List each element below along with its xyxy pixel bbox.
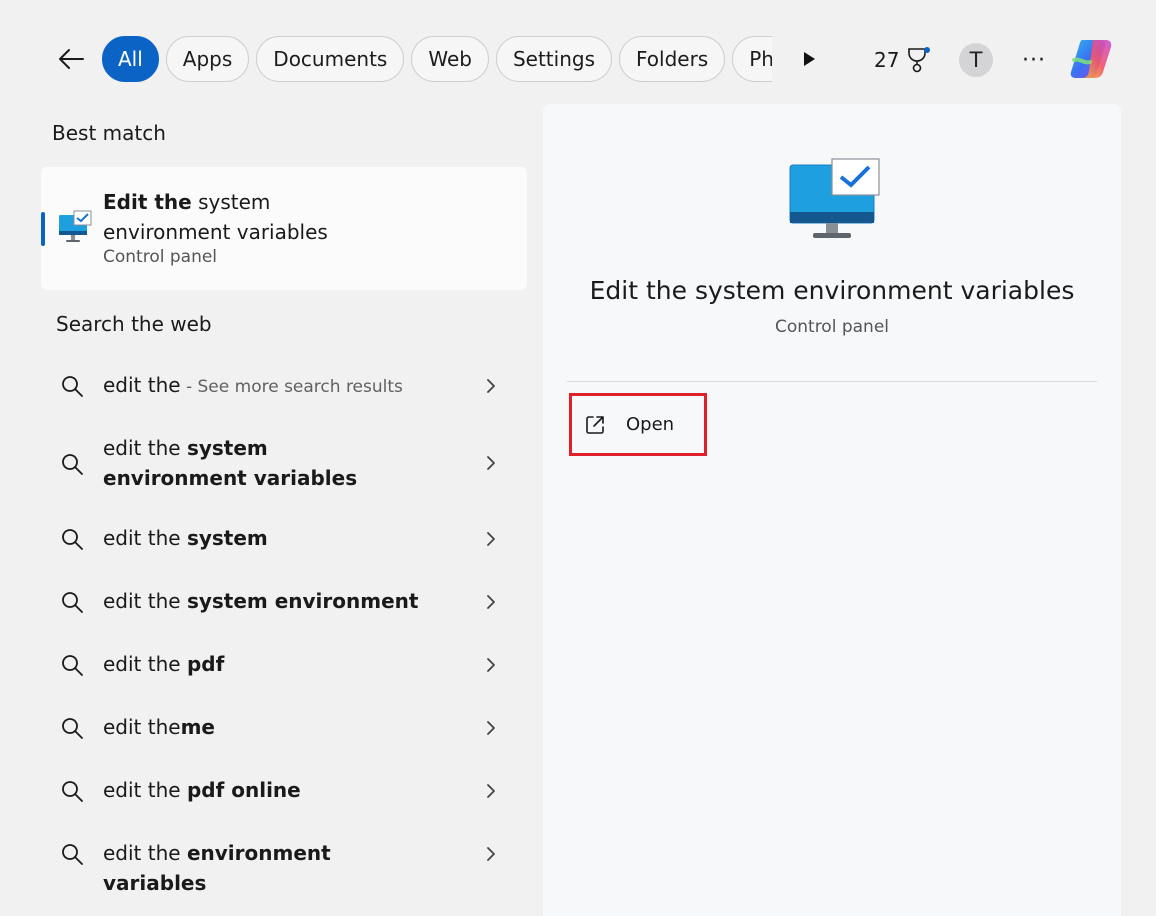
tab-documents[interactable]: Documents (256, 36, 405, 82)
web-result[interactable]: edit the pdf (41, 645, 527, 685)
rewards-points[interactable]: 27 (874, 44, 931, 76)
open-button-label: Open (626, 414, 675, 435)
web-result-text: edit the system environment variables (103, 436, 358, 490)
tab-apps[interactable]: Apps (165, 36, 250, 82)
scroll-tabs-button[interactable] (796, 46, 822, 72)
tab-all[interactable]: All (102, 36, 159, 82)
copilot-button[interactable] (1066, 36, 1116, 82)
web-result-text: edit the pdf (103, 652, 225, 676)
web-result-text: edit the environment variables (103, 841, 331, 895)
web-result[interactable]: edit the system environment variables (41, 433, 527, 495)
system-environment-icon (789, 158, 880, 238)
play-icon (804, 52, 815, 66)
preview-title: Edit the system environment variables (589, 276, 1075, 305)
search-icon (62, 592, 83, 613)
best-match-subtitle: Control panel (103, 247, 218, 267)
search-icon (62, 718, 83, 739)
search-header: All Apps Documents Web Settings Folders … (0, 0, 1156, 110)
web-result-text: edit the system environment (103, 589, 419, 613)
chevron-right-icon (487, 532, 495, 546)
web-result[interactable]: edit the system environment (41, 582, 527, 622)
web-result[interactable]: edit the - See more search results (41, 366, 527, 406)
divider (567, 381, 1097, 382)
open-external-icon (586, 415, 604, 434)
tab-folders[interactable]: Folders (618, 36, 726, 82)
avatar[interactable]: T (959, 43, 993, 77)
web-result-text: edit theme (103, 715, 215, 739)
tab-photos[interactable]: Pho (732, 36, 772, 82)
tab-settings[interactable]: Settings (495, 36, 612, 82)
chevron-right-icon (487, 784, 495, 798)
web-result-text: edit the system (103, 526, 268, 550)
back-button[interactable] (50, 38, 92, 80)
search-icon (62, 844, 83, 865)
search-web-heading: Search the web (56, 312, 212, 336)
system-environment-icon (59, 210, 92, 242)
web-result[interactable]: edit theme (41, 708, 527, 748)
filter-tabs: All Apps Documents Web Settings Folders … (102, 35, 772, 83)
chevron-right-icon (487, 456, 495, 470)
search-icon (62, 655, 83, 676)
best-match-heading: Best match (52, 121, 166, 145)
trophy-icon (908, 47, 931, 73)
more-options-button[interactable]: ··· (1018, 44, 1050, 76)
search-icon (62, 454, 83, 475)
points-count: 27 (874, 48, 900, 72)
web-result[interactable]: edit the pdf online (41, 771, 527, 811)
selection-indicator (41, 212, 45, 246)
more-icon: ··· (1022, 47, 1046, 73)
chevron-right-icon (487, 595, 495, 609)
preview-pane: Edit the system environment variables Co… (543, 104, 1121, 916)
preview-subtitle: Control panel (774, 317, 890, 337)
search-icon (62, 376, 83, 397)
avatar-initial: T (969, 48, 983, 72)
best-match-title: Edit the system environment variables (103, 190, 328, 244)
arrow-left-icon (59, 49, 84, 69)
web-result[interactable]: edit the environment variables (41, 834, 527, 895)
search-icon (62, 781, 83, 802)
search-icon (62, 529, 83, 550)
web-result-text: edit the pdf online (103, 778, 301, 802)
chevron-right-icon (487, 721, 495, 735)
chevron-right-icon (487, 379, 495, 393)
web-result-text: edit the - See more search results (103, 373, 403, 397)
best-match-item[interactable]: Edit the system environment variables Co… (41, 167, 527, 290)
chevron-right-icon (487, 847, 495, 861)
tab-web[interactable]: Web (411, 36, 489, 82)
copilot-icon (1070, 40, 1112, 78)
open-button[interactable]: Open (569, 393, 707, 456)
web-result[interactable]: edit the system (41, 519, 527, 559)
chevron-right-icon (487, 658, 495, 672)
